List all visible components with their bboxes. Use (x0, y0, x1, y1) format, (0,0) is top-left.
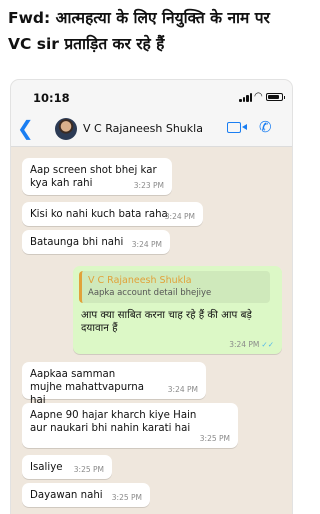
battery-icon (266, 93, 285, 101)
video-call-icon[interactable] (227, 122, 247, 133)
outgoing-message-bubble: V C Rajaneesh Shukla Aapka account detai… (73, 266, 282, 354)
status-bar: 10:18 ◠ (11, 80, 292, 112)
message-time-row: 3:24 PM ✓✓ (229, 338, 274, 351)
wifi-icon: ◠ (254, 91, 263, 102)
post-caption: Fwd: आत्महत्या के लिए नियुक्ति के नाम पर… (8, 9, 270, 53)
message-time: 3:25 PM (199, 434, 230, 443)
chat-screenshot: 10:18 ◠ ❮ V C Rajaneesh Shukla ✆ Aap scr… (11, 80, 292, 514)
message-time: 3:24 PM (131, 240, 162, 249)
message-bubble: Dayawan nahi 3:25 PM (22, 483, 150, 507)
message-time: 3:23 PM (133, 181, 164, 190)
contact-avatar[interactable] (55, 118, 77, 140)
message-bubble: Kisi ko nahi kuch bata raha 3:24 PM (22, 202, 203, 226)
message-bubble: Aapkaa samman mujhe mahattvapurna hai 3:… (22, 362, 206, 406)
chat-header: ❮ V C Rajaneesh Shukla ✆ (11, 112, 292, 147)
message-time: 3:24 PM (167, 385, 198, 394)
signal-icon (239, 93, 253, 102)
message-text: आप क्या साबित करना चाह रहे हैं की आप बड़… (81, 310, 252, 334)
back-arrow-icon[interactable]: ❮ (17, 116, 34, 140)
quoted-reply[interactable]: V C Rajaneesh Shukla Aapka account detai… (79, 271, 270, 303)
message-text: Aapne 90 hajar kharch kiye Hain aur nauk… (30, 410, 197, 434)
message-time: 3:25 PM (111, 493, 142, 502)
message-time: 3:24 PM (164, 212, 195, 221)
quoted-text: Aapka account detail bhejiye (88, 288, 212, 298)
quoted-sender: V C Rajaneesh Shukla (88, 275, 192, 286)
contact-name[interactable]: V C Rajaneesh Shukla (83, 122, 203, 135)
message-bubble: Aapne 90 hajar kharch kiye Hain aur nauk… (22, 403, 238, 448)
message-bubble: Isaliye 3:25 PM (22, 455, 112, 479)
message-time: 3:25 PM (73, 465, 104, 474)
status-time: 10:18 (33, 91, 70, 105)
message-bubble: Aap screen shot bhej kar kya kah rahi 3:… (22, 158, 172, 195)
message-text: Aapkaa samman mujhe mahattvapurna hai (30, 369, 144, 406)
message-time: 3:24 PM (229, 340, 260, 349)
read-ticks-icon: ✓✓ (261, 340, 274, 349)
message-bubble: Bataunga bhi nahi 3:24 PM (22, 230, 170, 254)
phone-call-icon[interactable]: ✆ (259, 118, 272, 136)
